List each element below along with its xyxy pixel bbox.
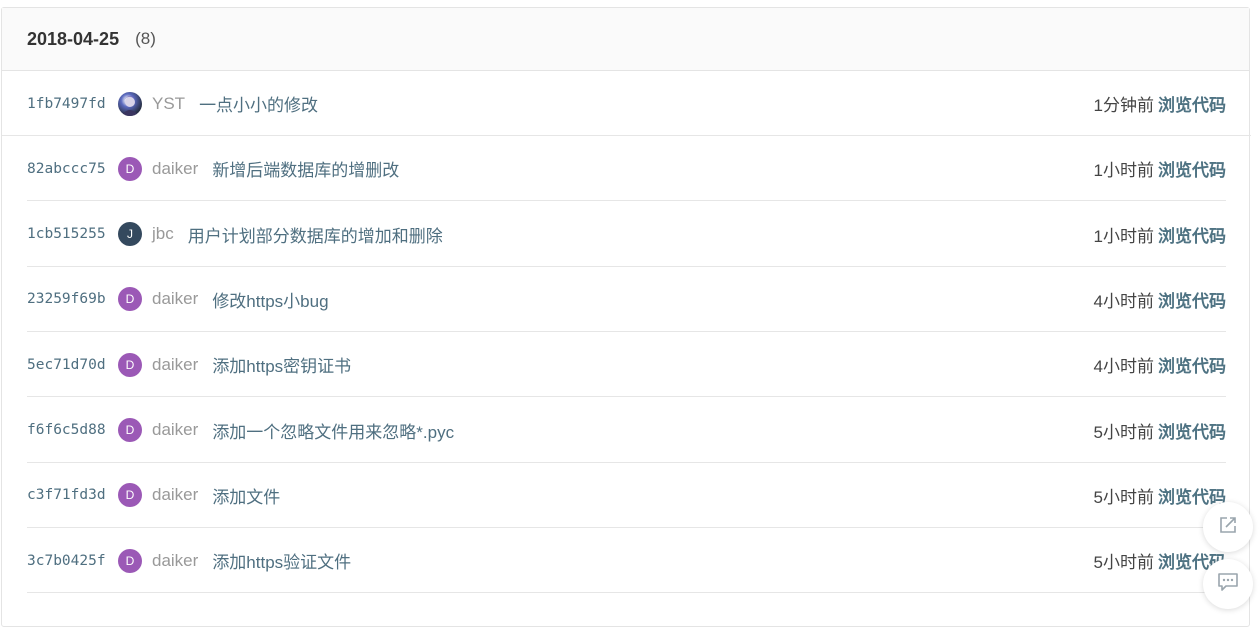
commit-message-link[interactable]: 添加文件 — [212, 483, 280, 508]
commit-sha-link[interactable]: 1cb515255 — [27, 226, 115, 242]
commit-author[interactable]: daiker — [152, 355, 198, 375]
commit-author[interactable]: daiker — [152, 420, 198, 440]
commit-author[interactable]: daiker — [152, 289, 198, 309]
commit-row: 5ec71d70d Ddaiker 添加https密钥证书 4小时前 浏览代码 — [27, 332, 1226, 398]
avatar[interactable]: D — [118, 156, 142, 181]
commit-row: 3c7b0425f Ddaiker 添加https验证文件 5小时前 浏览代码 — [27, 528, 1226, 594]
commit-row: c3f71fd3d Ddaiker 添加文件 5小时前 浏览代码 — [27, 463, 1226, 528]
commit-time: 5小时前 — [1093, 553, 1154, 573]
commit-meta: 4小时前 浏览代码 — [1094, 287, 1226, 312]
commit-meta: 4小时前 浏览代码 — [1094, 352, 1226, 377]
commit-sha-link[interactable]: 82abccc75 — [27, 161, 115, 177]
avatar[interactable]: D — [118, 483, 142, 508]
commit-sha-link[interactable]: 1fb7497fd — [27, 96, 115, 112]
commit-meta: 1分钟前 浏览代码 — [1094, 91, 1226, 116]
avatar[interactable]: D — [118, 352, 142, 377]
avatar[interactable]: D — [118, 548, 142, 573]
commit-meta: 5小时前 浏览代码 — [1094, 483, 1226, 508]
commit-count: (8) — [135, 29, 156, 48]
commit-time: 4小时前 — [1093, 357, 1154, 377]
commit-author[interactable]: daiker — [152, 159, 198, 179]
commit-sha-link[interactable]: 5ec71d70d — [27, 357, 115, 373]
commit-time: 5小时前 — [1093, 422, 1154, 442]
commit-author[interactable]: daiker — [152, 485, 198, 505]
commit-time: 5小时前 — [1093, 487, 1154, 507]
commit-date: 2018-04-25 — [27, 28, 120, 49]
commit-meta: 1小时前 浏览代码 — [1094, 156, 1226, 181]
browse-code-link[interactable]: 浏览代码 — [1158, 287, 1226, 312]
commit-message-link[interactable]: 添加https密钥证书 — [212, 352, 351, 377]
commit-sha-link[interactable]: 3c7b0425f — [27, 553, 115, 569]
commit-row: 1fb7497fd YST 一点小小的修改 1分钟前 浏览代码 — [2, 71, 1251, 136]
commit-meta: 1小时前 浏览代码 — [1094, 222, 1226, 247]
commit-message-link[interactable]: 修改https小bug — [212, 287, 328, 312]
commit-message-link[interactable]: 新增后端数据库的增删改 — [212, 156, 399, 181]
browse-code-link[interactable]: 浏览代码 — [1158, 156, 1226, 181]
browse-code-link[interactable]: 浏览代码 — [1158, 222, 1226, 247]
commit-sha-link[interactable]: c3f71fd3d — [27, 487, 115, 503]
commit-row: 1cb515255 Jjbc 用户计划部分数据库的增加和删除 1小时前 浏览代码 — [27, 202, 1226, 267]
commit-message-link[interactable]: 添加https验证文件 — [212, 548, 351, 573]
avatar[interactable]: J — [118, 222, 142, 247]
share-icon — [1218, 515, 1238, 539]
comment-icon — [1217, 572, 1239, 596]
commit-author[interactable]: YST — [152, 94, 185, 114]
commit-group-panel: 2018-04-25 (8) 1fb7497fd YST 一点小小的修改 1分钟前 浏览… — [1, 7, 1251, 627]
commit-time: 1小时前 — [1093, 161, 1154, 181]
browse-code-link[interactable]: 浏览代码 — [1158, 91, 1226, 116]
avatar[interactable]: D — [118, 287, 142, 312]
avatar[interactable]: D — [118, 418, 142, 442]
commit-message-link[interactable]: 一点小小的修改 — [199, 91, 318, 116]
browse-code-link[interactable]: 浏览代码 — [1158, 352, 1226, 377]
commit-sha-link[interactable]: f6f6c5d88 — [27, 422, 115, 438]
row-divider — [27, 592, 1226, 594]
commit-sha-link[interactable]: 23259f69b — [27, 291, 115, 307]
commit-row: 23259f69b Ddaiker 修改https小bug 4小时前 浏览代码 — [27, 267, 1226, 332]
commit-row: 82abccc75 Ddaiker 新增后端数据库的增删改 1小时前 浏览代码 — [27, 136, 1226, 202]
commit-message-link[interactable]: 用户计划部分数据库的增加和删除 — [188, 222, 443, 247]
avatar[interactable] — [118, 91, 142, 116]
commit-author[interactable]: jbc — [152, 224, 174, 244]
commit-time: 4小时前 — [1093, 291, 1154, 311]
commit-row: f6f6c5d88 Ddaiker 添加一个忽略文件用来忽略*.pyc 5小时前 浏览代… — [27, 398, 1226, 463]
commit-group-header: 2018-04-25 (8) — [2, 8, 1249, 71]
commit-time: 1小时前 — [1093, 226, 1154, 246]
commit-author[interactable]: daiker — [152, 551, 198, 571]
browse-code-link[interactable]: 浏览代码 — [1158, 418, 1226, 443]
commit-message-link[interactable]: 添加一个忽略文件用来忽略*.pyc — [212, 418, 454, 443]
share-button[interactable] — [1203, 502, 1253, 552]
commit-time: 1分钟前 — [1093, 96, 1154, 115]
commit-meta: 5小时前 浏览代码 — [1094, 418, 1226, 443]
